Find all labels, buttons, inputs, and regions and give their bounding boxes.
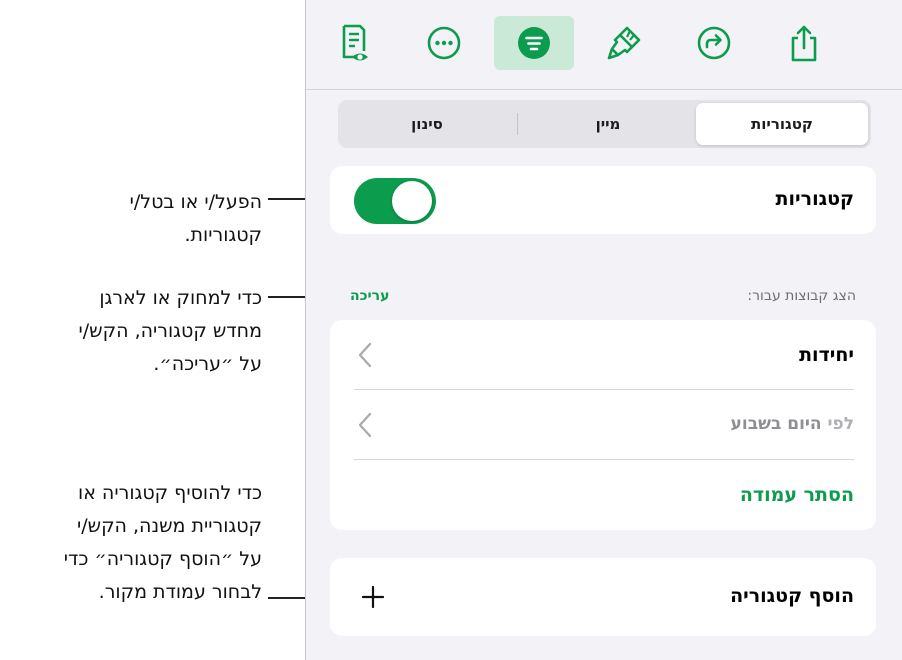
tab-sort[interactable]: מיין: [522, 103, 694, 145]
redo-icon: [697, 26, 731, 60]
add-category-card[interactable]: הוסף קטגוריה: [330, 558, 876, 636]
format-brush-icon: [607, 26, 641, 60]
callout-edit-line2: מחדש קטגוריה, הקש/י: [78, 320, 262, 342]
chevron-left-icon: [358, 412, 372, 438]
callout-toggle: הפעל/י או בטל/י קטגוריות.: [2, 186, 262, 252]
callout-add-line4: לבחור עמודת מקור.: [98, 581, 262, 603]
plus-icon: [362, 586, 384, 608]
hide-column-row[interactable]: הסתר עמודה: [330, 460, 876, 530]
hide-column-label: הסתר עמודה: [739, 484, 854, 506]
reading-view-button[interactable]: [314, 16, 394, 70]
show-groups-label: הצג קבוצות עבור:: [747, 288, 856, 304]
callout-edit: כדי למחוק או לארגן מחדש קטגוריה, הקש/י ע…: [2, 282, 262, 381]
group-row-weekday-label: לפי היום בשבוע: [731, 414, 854, 434]
categories-toggle-card: קטגוריות: [330, 166, 876, 234]
format-brush-button[interactable]: [584, 16, 664, 70]
reading-view-icon: [342, 24, 368, 61]
tab-filter[interactable]: סינון: [341, 103, 513, 145]
toolbar: [306, 0, 902, 90]
callout-toggle-line1: הפעל/י או בטל/י: [129, 191, 262, 213]
callout-add: כדי להוסיף קטגוריה או קטגוריית משנה, הקש…: [0, 477, 262, 609]
categories-toggle[interactable]: [354, 178, 436, 224]
callout-toggle-line2: קטגוריות.: [184, 224, 262, 246]
weekday-text: היום בשבוע: [730, 414, 822, 434]
organize-panel: קטגוריות מיין סינון קטגוריות הצג קבוצות …: [305, 0, 902, 660]
categories-toggle-label: קטגוריות: [775, 188, 854, 210]
share-icon: [791, 25, 817, 62]
callout-add-line1: כדי להוסיף קטגוריה או: [78, 482, 262, 504]
tab-divider: [517, 113, 518, 135]
callout-edit-line1: כדי למחוק או לארגן: [99, 287, 262, 309]
more-button[interactable]: [404, 16, 484, 70]
chevron-left-icon: [358, 342, 372, 368]
group-row-units[interactable]: יחידות: [330, 320, 876, 390]
callout-edit-line3: על ״עריכה״.: [153, 353, 262, 375]
organize-button[interactable]: [494, 16, 574, 70]
weekday-prefix: לפי: [821, 414, 854, 434]
group-row-weekday[interactable]: לפי היום בשבוע: [330, 390, 876, 460]
group-row-units-label: יחידות: [799, 344, 854, 366]
tab-segmented-control: קטגוריות מיין סינון: [338, 100, 871, 148]
edit-link[interactable]: עריכה: [350, 288, 389, 304]
groups-card: יחידות לפי היום בשבוע הסתר עמודה: [330, 320, 876, 530]
toggle-knob: [392, 181, 432, 221]
add-category-label: הוסף קטגוריה: [730, 585, 854, 607]
more-icon: [427, 26, 461, 60]
redo-button[interactable]: [674, 16, 754, 70]
tab-categories[interactable]: קטגוריות: [696, 103, 868, 145]
callout-add-line3: על ״הוסף קטגוריה״ כדי: [63, 548, 262, 570]
callout-add-line2: קטגוריית משנה, הקש/י: [76, 515, 262, 537]
share-button[interactable]: [764, 16, 844, 70]
organize-icon: [518, 27, 550, 59]
